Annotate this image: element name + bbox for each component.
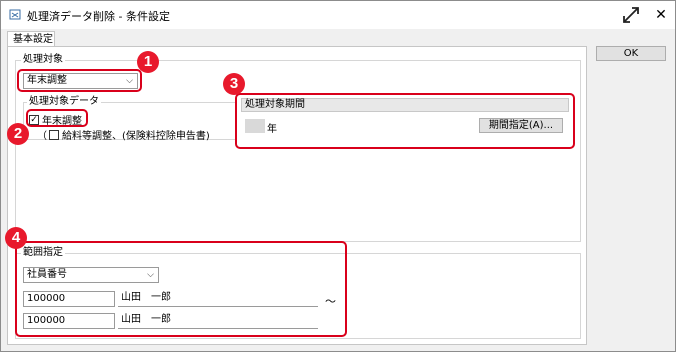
window-title: 処理済データ削除 - 条件設定: [27, 10, 170, 23]
close-icon[interactable]: ✕: [651, 5, 671, 25]
tab-basic-settings[interactable]: 基本設定: [7, 31, 55, 47]
highlight-box-2: [26, 109, 88, 127]
badge-4: 4: [5, 227, 27, 249]
title-bar: 処理済データ削除 - 条件設定 ✕: [1, 1, 675, 29]
badge-2: 2: [7, 123, 29, 145]
highlight-box-4: [15, 241, 347, 337]
maximize-icon[interactable]: [619, 3, 643, 27]
paren-open: （: [37, 131, 47, 142]
salary-checkbox[interactable]: [49, 129, 59, 140]
highlight-box-1: [17, 69, 142, 92]
badge-1: 1: [137, 51, 159, 73]
target-group-label: 処理対象: [21, 54, 65, 66]
salary-checkbox-label: 給料等調整、(保険料控除申告書): [62, 131, 210, 142]
badge-3: 3: [223, 73, 245, 95]
highlight-box-3: [235, 93, 575, 149]
app-icon: [9, 9, 21, 20]
salary-checkbox-row[interactable]: （ 給料等調整、(保険料控除申告書): [37, 127, 210, 142]
dialog-window: 処理済データ削除 - 条件設定 ✕ 基本設定 OK 処理対象 年末調整 ⌵ 処理…: [0, 0, 676, 352]
ok-button[interactable]: OK: [596, 46, 666, 61]
target-data-group-label: 処理対象データ: [27, 96, 101, 108]
